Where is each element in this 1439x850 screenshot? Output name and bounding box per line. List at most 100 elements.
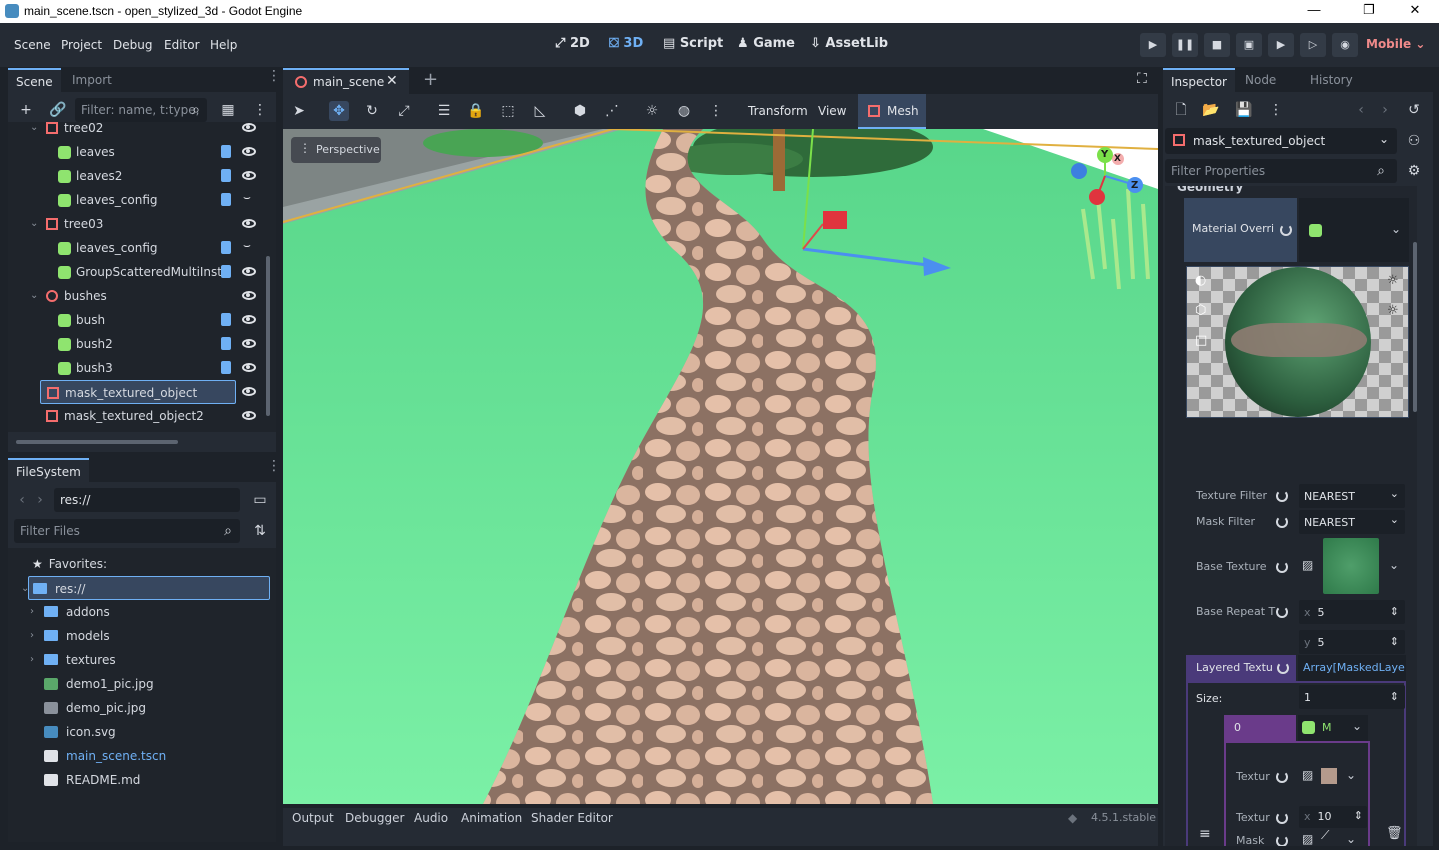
delete-element-icon[interactable]: 🗑 <box>1386 826 1403 841</box>
folder-expand-icon[interactable]: › <box>30 600 34 624</box>
base-repeat-y-spinner-icon[interactable]: ⇕ <box>1390 635 1399 648</box>
object-history-icon[interactable]: ↺ <box>1404 100 1424 120</box>
snap-icon[interactable]: ⋰ <box>602 101 622 121</box>
maximize-button[interactable]: ❐ <box>1354 2 1384 20</box>
visibility-eye-icon[interactable] <box>242 147 256 156</box>
path-field[interactable]: res:// <box>54 488 240 512</box>
instance-scene-icon[interactable]: 🔗 <box>48 100 68 120</box>
base-texture-edit-icon[interactable]: ▨ <box>1302 558 1313 572</box>
layer-mask-edit-icon[interactable]: ▨ <box>1302 832 1313 846</box>
filesystem-menu-icon[interactable]: ⋮ <box>267 459 281 473</box>
filesystem-row[interactable]: icon.svg <box>16 720 270 744</box>
base-texture-thumbnail[interactable] <box>1323 538 1379 594</box>
workspace-2d[interactable]: ⤢ 2D <box>555 36 590 51</box>
layer-texture-edit-icon[interactable]: ▨ <box>1302 768 1313 782</box>
workspace-script[interactable]: ▤ Script <box>663 36 723 51</box>
workspace-game[interactable]: ♟ Game <box>737 36 795 51</box>
base-texture-revert-icon[interactable] <box>1276 561 1288 573</box>
scene-tree-row[interactable]: leaves <box>10 140 236 164</box>
visibility-eye-icon[interactable] <box>242 123 256 132</box>
list-select-icon[interactable]: ☰ <box>434 101 454 121</box>
sort-icon[interactable]: ⇅ <box>250 521 270 541</box>
array-size-field[interactable]: 1 ⇕ <box>1299 685 1405 709</box>
array-size-spinner-icon[interactable]: ⇕ <box>1390 690 1399 703</box>
tab-filesystem[interactable]: FileSystem <box>8 458 89 482</box>
preview-light2-icon[interactable]: ☼ <box>1387 303 1399 318</box>
back-icon[interactable]: ‹ <box>12 490 32 510</box>
scene-tree-row[interactable]: ⌄ tree02 <box>10 122 236 140</box>
scene-tree-row[interactable]: leaves2 <box>10 164 236 188</box>
material-override-revert-icon[interactable] <box>1280 224 1292 236</box>
distraction-free-icon[interactable]: ⛶ <box>1137 71 1147 87</box>
scene-tree-vscrollbar[interactable] <box>266 256 270 416</box>
select-tool-icon[interactable]: ➤ <box>289 101 309 121</box>
scene-tree-row[interactable]: mask_textured_object <box>40 380 236 404</box>
material-preview[interactable]: ◐ ⬡ □ ☼ ☼ <box>1186 266 1409 418</box>
preview-box-icon[interactable]: ⬡ <box>1195 303 1206 318</box>
layer-texture2-x-field[interactable]: x 10 ⇕ <box>1299 806 1367 828</box>
inspector-settings-icon[interactable]: ⚙ <box>1404 161 1424 181</box>
history-back-icon[interactable]: ‹ <box>1351 100 1371 120</box>
bottom-tab-animation[interactable]: Animation <box>461 811 522 825</box>
menu-debug[interactable]: Debug <box>113 38 152 52</box>
toolbar-options-icon[interactable]: ⋮ <box>706 101 726 121</box>
script-icon[interactable] <box>221 265 231 278</box>
visibility-eye-icon[interactable] <box>242 267 256 276</box>
tab-import[interactable]: Import <box>64 68 120 92</box>
lock-icon[interactable]: 🔒 <box>466 101 486 121</box>
dock-menu-icon[interactable]: ⋮ <box>267 69 281 83</box>
visibility-eye-icon[interactable] <box>242 291 256 300</box>
layer-mask-revert-icon[interactable] <box>1276 835 1288 846</box>
close-tab-icon[interactable]: ✕ <box>386 73 398 89</box>
visibility-eye-icon[interactable] <box>242 171 256 180</box>
play-custom-scene-icon[interactable]: ▷ <box>1300 33 1326 57</box>
folder-expand-icon[interactable]: › <box>30 648 34 672</box>
visibility-eye-icon[interactable] <box>242 387 256 396</box>
drag-handle-icon[interactable]: ≡ <box>1199 826 1211 842</box>
attach-script-icon[interactable]: ▦ <box>218 100 238 120</box>
array-element-dropdown-icon[interactable]: ⌄ <box>1352 719 1362 733</box>
tab-history[interactable]: History <box>1302 68 1361 92</box>
renderer-select[interactable]: Mobile ⌄ <box>1366 37 1425 51</box>
expand-chevron-icon[interactable]: ⌄ <box>30 212 38 236</box>
preview-sphere-icon[interactable]: ◐ <box>1195 273 1206 288</box>
play-project-icon[interactable]: ▶ <box>1140 33 1166 57</box>
filter-properties-input[interactable]: Filter Properties <box>1165 159 1397 183</box>
section-geometry[interactable]: Geometry <box>1177 186 1243 194</box>
mesh-menu[interactable]: Mesh <box>858 94 926 129</box>
filesystem-row[interactable]: ⌄ res:// <box>21 576 270 600</box>
open-resource-icon[interactable]: 📂 <box>1201 100 1221 120</box>
layered-textures-revert-icon[interactable] <box>1277 662 1289 674</box>
scene-tree-row[interactable]: ⌄ tree03 <box>10 212 236 236</box>
array-element-value[interactable]: M ⌄ <box>1298 715 1368 741</box>
folder-expand-icon[interactable]: ⌄ <box>21 577 29 601</box>
preview-light1-icon[interactable]: ☼ <box>1387 273 1399 288</box>
filesystem-row[interactable]: demo1_pic.jpg <box>16 672 270 696</box>
scene-options-icon[interactable]: ⋮ <box>250 100 270 120</box>
tab-inspector[interactable]: Inspector <box>1163 68 1235 92</box>
layered-textures-value[interactable]: Array[MaskedLaye <box>1298 655 1406 681</box>
scene-tree-hscrollbar[interactable] <box>16 440 178 444</box>
script-icon[interactable] <box>221 145 231 158</box>
inspector-scrollbar[interactable] <box>1413 242 1417 412</box>
filesystem-row[interactable]: › textures <box>16 648 270 672</box>
base-texture-dropdown-icon[interactable]: ⌄ <box>1389 558 1399 572</box>
bottom-tab-output[interactable]: Output <box>292 811 334 825</box>
layer-texture-thumbnail[interactable] <box>1321 768 1337 784</box>
visibility-eye-icon[interactable] <box>242 339 256 348</box>
layer-texture-revert-icon[interactable] <box>1276 771 1288 783</box>
scale-tool-icon[interactable]: ⤢ <box>394 101 414 121</box>
filesystem-row[interactable]: demo_pic.jpg <box>16 696 270 720</box>
script-icon[interactable] <box>221 169 231 182</box>
ruler-icon[interactable]: ◺ <box>530 101 550 121</box>
visibility-eye-icon[interactable] <box>242 219 256 228</box>
environment-icon[interactable]: ◍ <box>674 101 694 121</box>
menu-scene[interactable]: Scene <box>14 38 51 52</box>
texture-filter-revert-icon[interactable] <box>1276 490 1288 502</box>
add-scene-tab-icon[interactable]: + <box>423 69 438 90</box>
visibility-closed-icon[interactable]: ⌣ <box>243 190 251 205</box>
layer-texture-dropdown-icon[interactable]: ⌄ <box>1346 768 1356 782</box>
remote-debug-icon[interactable]: ▣ <box>1236 33 1262 57</box>
favorites-row[interactable]: ★ Favorites: <box>16 552 272 576</box>
menu-help[interactable]: Help <box>210 38 237 52</box>
